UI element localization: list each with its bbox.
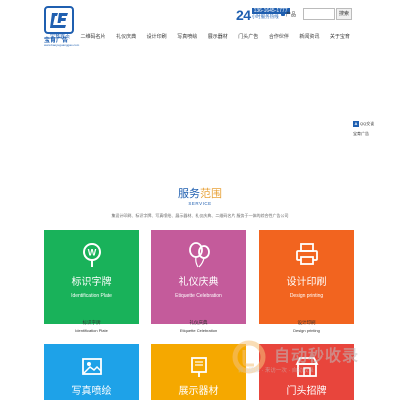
tile-design-printing[interactable]: 设计印刷 Design printing	[259, 230, 354, 324]
tile-title: 门头招牌	[286, 386, 327, 397]
logo-mark-icon	[44, 6, 74, 34]
service-title: 服务范围	[178, 188, 222, 200]
balloons-icon	[187, 242, 211, 273]
printer-icon	[295, 242, 319, 271]
nav-item-about[interactable]: 关于宝育	[330, 31, 350, 43]
tile-caption-en: Design printing	[293, 328, 320, 333]
tile-caption-en: Etiquette Celebration	[179, 328, 218, 333]
tile-etiquette-celebration[interactable]: 礼仪庆典 Etiquette Celebration	[151, 230, 246, 324]
tile-caption: 礼仪庆典	[189, 320, 208, 325]
tile-en: Design printing	[289, 293, 324, 299]
main-nav: 宝育首页 二维码名片 礼仪庆典 设计印刷 写真喷绘 展示器材 门头广告 合作伙伴…	[50, 31, 350, 43]
nav-item-home[interactable]: 宝育首页	[50, 31, 70, 43]
tile-photo-print[interactable]: 写真喷绘	[44, 344, 139, 400]
watermark-sub: 做上链接 · 来访一次 · 自动收录	[238, 368, 314, 374]
watermark: 自动秒收录 做上链接 · 来访一次 · 自动收录	[232, 340, 392, 380]
tile-title: 标识字牌	[71, 277, 112, 288]
svg-text:W: W	[87, 248, 96, 258]
nav-item-photo-print[interactable]: 写真喷绘	[177, 31, 197, 43]
qq-label: QQ交谈	[360, 121, 375, 126]
nav-item-qrcode-card[interactable]: 二维码名片	[81, 31, 106, 43]
service-description: 集设计印刷、标识字牌、写真喷绘、展示器材、礼仪庆典、二维码名片 服务于一体的综合…	[111, 213, 289, 218]
product-dot-icon	[281, 12, 285, 16]
site-header: 宝育广告 www.baoyuguanggao.com 24 136-1645-1…	[0, 0, 400, 58]
product-label: 产品	[286, 11, 297, 18]
nav-item-partners[interactable]: 合作伙伴	[269, 31, 289, 43]
search-button[interactable]: 搜索	[336, 8, 352, 20]
tile-title: 展示器材	[178, 386, 219, 397]
tile-caption: 设计印刷	[297, 320, 316, 325]
display-stand-icon	[188, 356, 210, 383]
tile-title: 设计印刷	[286, 277, 327, 288]
tile-caption-en: Identification Plate	[75, 328, 108, 333]
nav-item-storefront[interactable]: 门头广告	[238, 31, 258, 43]
tile-en: Identification Plate	[71, 293, 112, 299]
tile-identification-plate[interactable]: W 标识字牌 Identification Plate	[44, 230, 139, 324]
nav-item-ceremony[interactable]: 礼仪庆典	[116, 31, 136, 43]
hotline-number: 24	[236, 7, 251, 23]
nav-item-printing[interactable]: 设计印刷	[147, 31, 167, 43]
tile-title: 写真喷绘	[71, 386, 112, 397]
nav-item-display[interactable]: 展示器材	[208, 31, 228, 43]
logo-url: www.baoyuguanggao.com	[44, 43, 80, 47]
side-company-name: 宝育广告	[353, 131, 369, 136]
product-select[interactable]: 产品	[281, 8, 301, 20]
watermark-title: 自动秒收录	[274, 348, 360, 365]
qq-chat-button[interactable]: A QQ交谈	[353, 120, 378, 128]
nav-item-news[interactable]: 新闻资讯	[299, 31, 319, 43]
photo-icon	[81, 356, 103, 383]
tile-title: 礼仪庆典	[178, 277, 219, 288]
tile-caption: 标识字牌	[82, 320, 101, 325]
search-input[interactable]	[303, 8, 335, 20]
service-subtitle: SERVICE	[188, 201, 212, 206]
tile-en: Etiquette Celebration	[175, 293, 222, 299]
sign-icon: W	[81, 242, 103, 273]
qq-icon: A	[353, 121, 359, 127]
